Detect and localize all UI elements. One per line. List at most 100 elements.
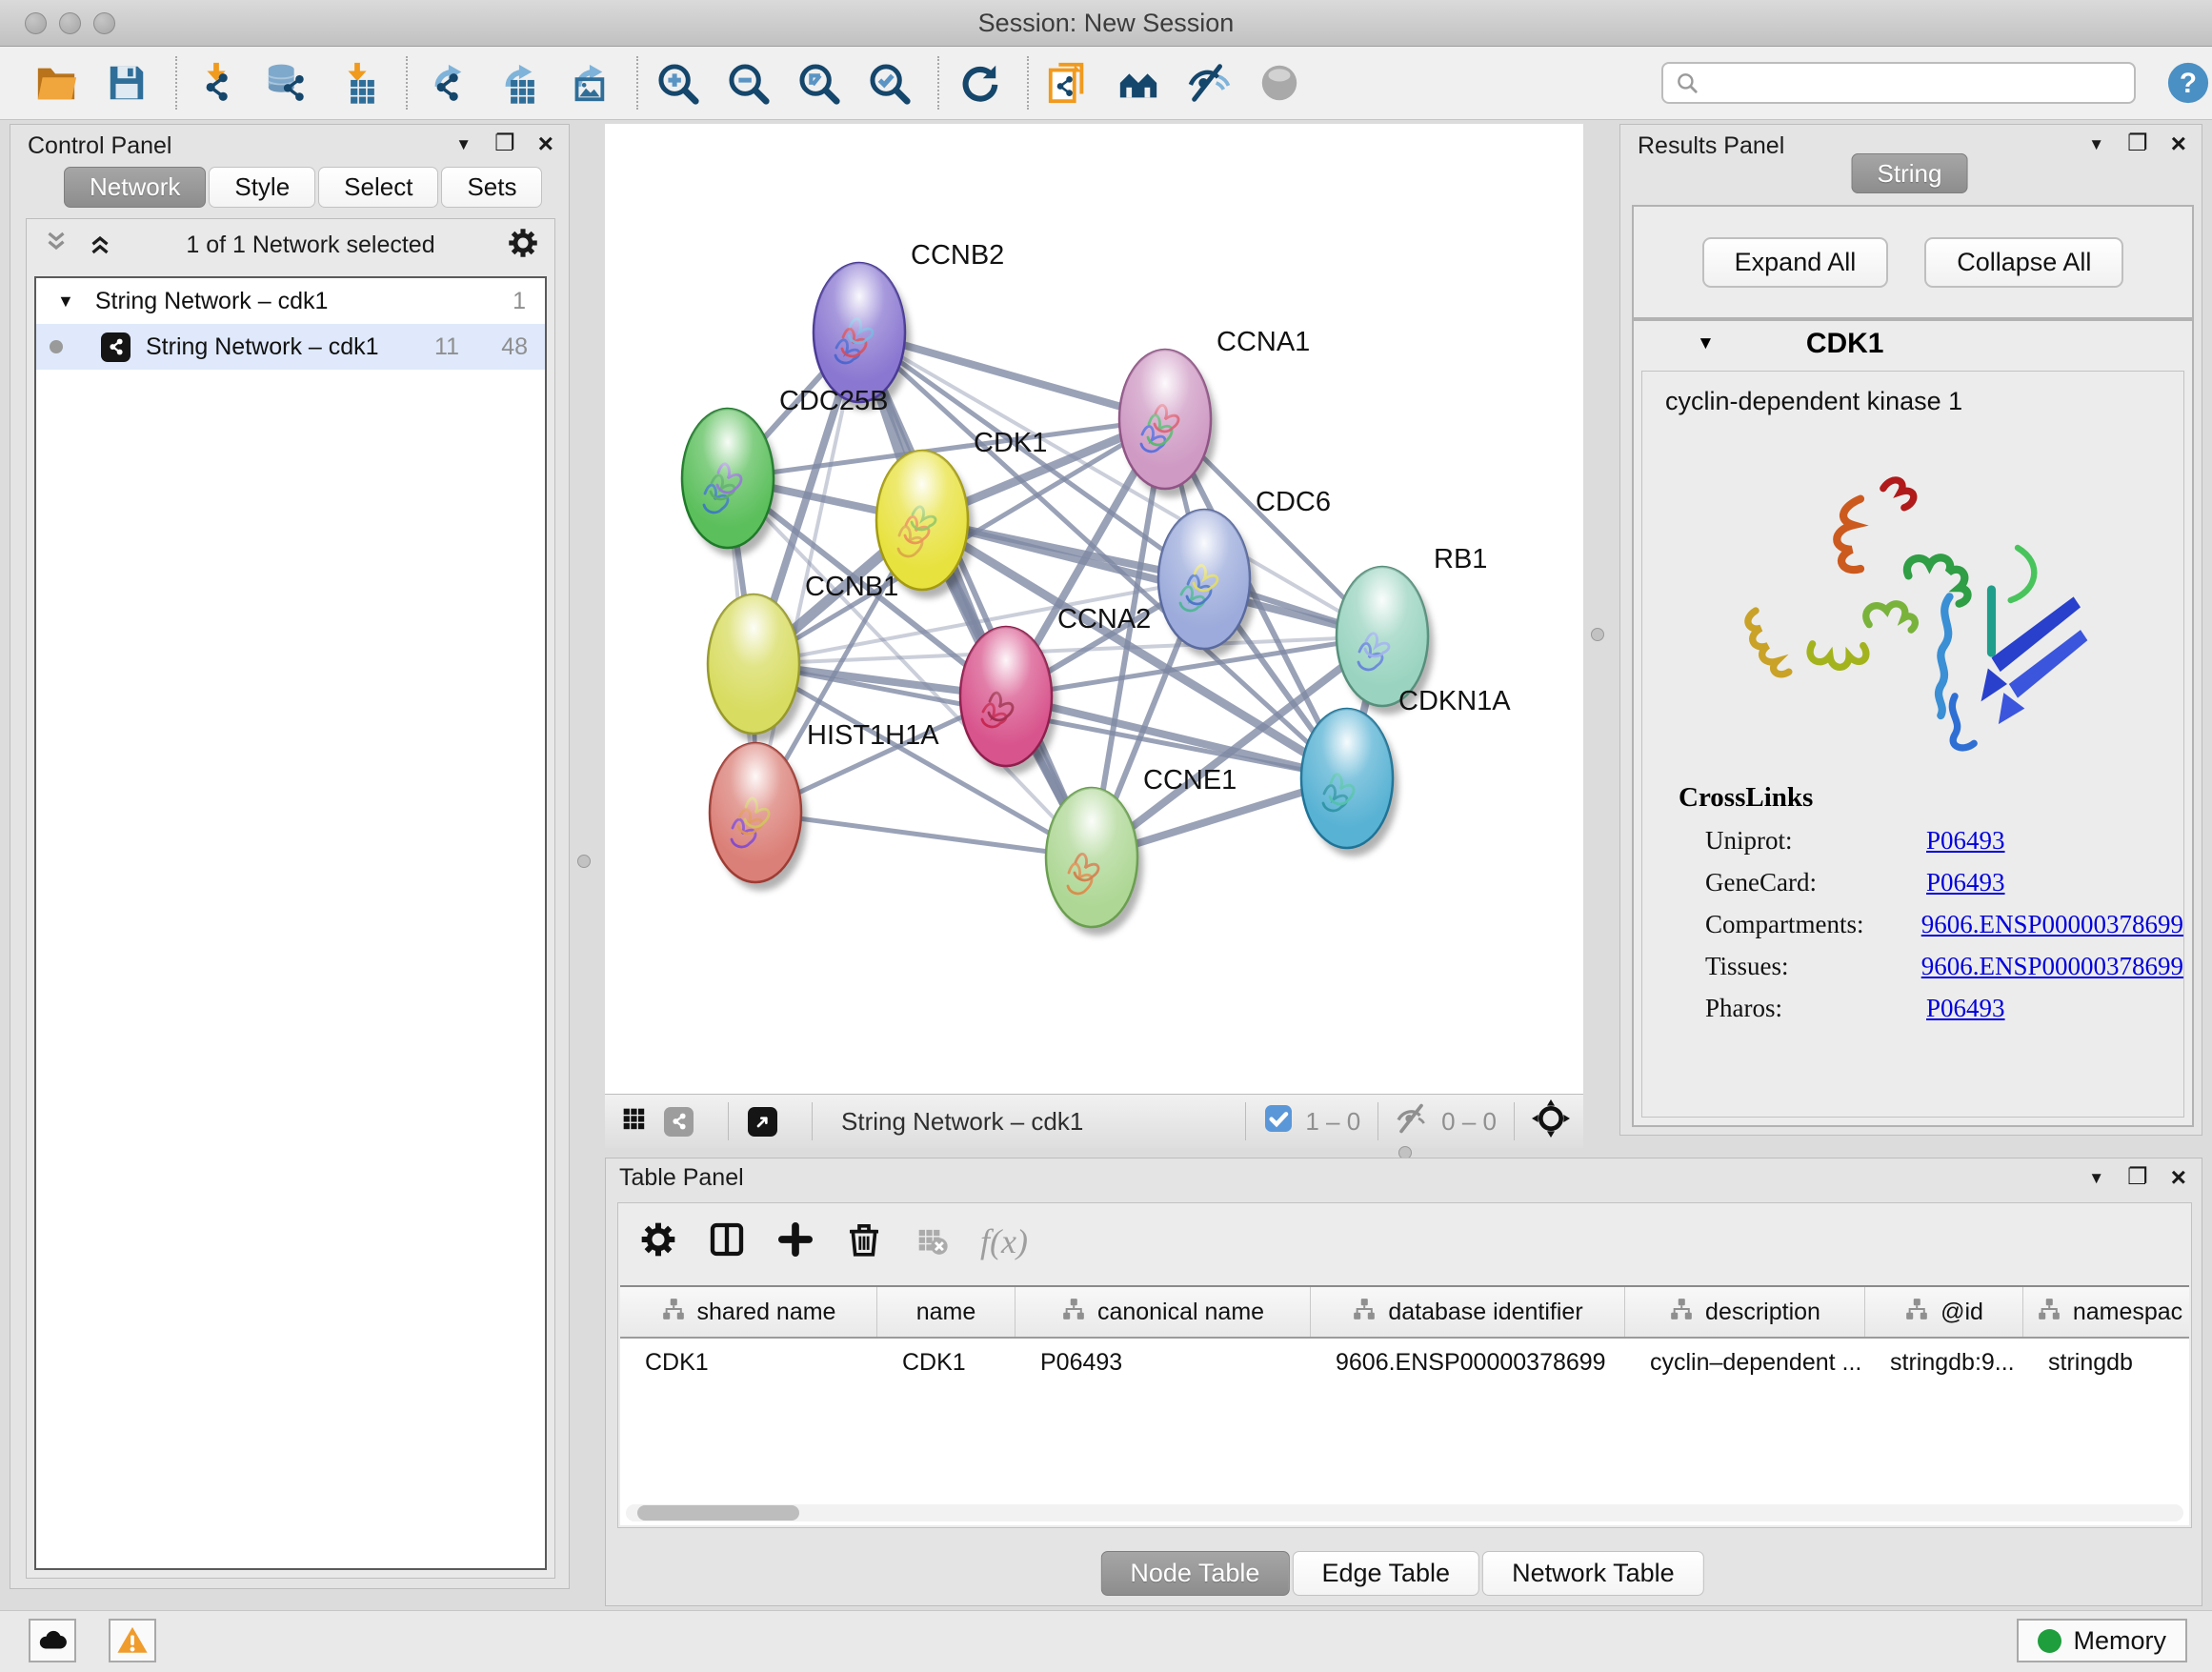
float-panel-icon[interactable]: ❐ [2127, 132, 2148, 155]
scrollbar-thumb[interactable] [637, 1505, 799, 1521]
result-section-header[interactable]: ▼ CDK1 [1634, 321, 2192, 367]
column-header-name[interactable]: name [877, 1287, 1016, 1337]
table-options-gear-icon[interactable] [639, 1220, 677, 1263]
zoom-in-icon[interactable] [654, 59, 701, 107]
export-table-icon[interactable] [493, 59, 541, 107]
table-cell[interactable]: stringdb [2023, 1349, 2189, 1377]
tab-network-table[interactable]: Network Table [1482, 1551, 1704, 1596]
table-cell[interactable]: cyclin–dependent ... [1625, 1349, 1865, 1377]
birdseye-grid-icon[interactable] [618, 1103, 651, 1140]
table-cell[interactable]: CDK1 [620, 1349, 877, 1377]
network-status-dot [50, 340, 63, 353]
column-label: description [1705, 1299, 1820, 1326]
table-cell[interactable]: P06493 [1016, 1349, 1311, 1377]
table-cell[interactable]: stringdb:9... [1865, 1349, 2023, 1377]
table-cell[interactable]: 9606.ENSP00000378699 [1311, 1349, 1625, 1377]
shared-column-icon [1352, 1297, 1377, 1328]
column-header-canonical-name[interactable]: canonical name [1016, 1287, 1311, 1337]
export-image-icon[interactable] [564, 59, 612, 107]
table-panel: Table Panel ▼ ❐ × f(x) shared namenameca… [605, 1158, 2202, 1606]
export-network-icon[interactable] [423, 59, 471, 107]
float-panel-icon[interactable]: ❐ [2127, 1166, 2148, 1189]
crosslink-link[interactable]: 9606.ENSP00000378699 [1921, 910, 2183, 939]
status-bar: Memory [0, 1610, 2212, 1672]
column-header-shared-name[interactable]: shared name [620, 1287, 877, 1337]
expand-all-networks-icon[interactable] [86, 229, 114, 262]
tab-node-table[interactable]: Node Table [1100, 1551, 1289, 1596]
right-splitter-grip[interactable] [1591, 628, 1604, 641]
network-view-panel: CCNB2CCNA1CDC25BCDK1CDC6RB1CCNB1CCNA2CDK… [605, 124, 1583, 1148]
help-icon[interactable]: ? [2164, 59, 2212, 107]
network-options-gear-icon[interactable] [507, 227, 539, 264]
network-node-HIST1H1A: HIST1H1A [710, 720, 939, 891]
panel-menu-icon[interactable]: ▼ [2088, 136, 2104, 152]
panel-menu-icon[interactable]: ▼ [2088, 1170, 2104, 1186]
open-in-window-icon[interactable] [748, 1107, 777, 1137]
panel-menu-icon[interactable]: ▼ [455, 136, 472, 152]
toolbar-search-input[interactable] [1707, 69, 2122, 97]
zoom-out-icon[interactable] [724, 59, 772, 107]
crosslink-link[interactable]: P06493 [1926, 868, 2005, 897]
crosslink-link[interactable]: P06493 [1926, 826, 2005, 856]
tab-string-results[interactable]: String [1852, 153, 1968, 193]
protein-structure-image [1727, 443, 2099, 757]
column-header--id[interactable]: @id [1865, 1287, 2023, 1337]
collection-expander-icon[interactable]: ▼ [57, 292, 74, 312]
column-header-namespac[interactable]: namespac [2023, 1287, 2189, 1337]
show-columns-icon[interactable] [708, 1220, 746, 1263]
clone-network-icon[interactable] [1044, 59, 1092, 107]
collapse-all-button[interactable]: Collapse All [1924, 237, 2123, 288]
tab-edge-table[interactable]: Edge Table [1292, 1551, 1479, 1596]
hide-selected-icon[interactable] [1185, 59, 1233, 107]
expand-all-button[interactable]: Expand All [1702, 237, 1889, 288]
cloud-status-button[interactable] [29, 1619, 76, 1662]
first-neighbors-icon[interactable] [1115, 59, 1162, 107]
crosslink-link[interactable]: 9606.ENSP00000378699 [1921, 952, 2183, 981]
svg-text:RB1: RB1 [1434, 544, 1487, 574]
create-column-icon[interactable] [776, 1220, 814, 1263]
import-network-icon[interactable] [192, 59, 240, 107]
shared-column-icon [661, 1297, 686, 1328]
save-session-icon[interactable] [103, 59, 151, 107]
collapse-all-networks-icon[interactable] [42, 229, 70, 262]
refresh-icon[interactable] [955, 59, 1002, 107]
delete-column-icon[interactable] [845, 1220, 883, 1263]
open-file-icon[interactable] [32, 59, 80, 107]
crosslink-row: Pharos:P06493 [1705, 994, 2183, 1023]
tab-select[interactable]: Select [318, 167, 438, 208]
zoom-fit-icon[interactable] [794, 59, 842, 107]
network-collection-row[interactable]: ▼ String Network – cdk1 1 [36, 278, 545, 324]
table-horizontal-scrollbar[interactable] [626, 1504, 2183, 1521]
crosslink-label: Tissues: [1705, 952, 1921, 981]
zoom-selected-icon[interactable] [865, 59, 913, 107]
import-network-database-icon[interactable] [263, 59, 311, 107]
show-all-icon[interactable] [1256, 59, 1303, 107]
svg-text:CDK1: CDK1 [974, 428, 1047, 458]
string-style-icon[interactable] [664, 1107, 694, 1137]
section-expander-icon[interactable]: ▼ [1697, 333, 1715, 354]
left-splitter-grip[interactable] [577, 855, 591, 868]
crosslink-row: Tissues:9606.ENSP00000378699 [1705, 952, 2183, 981]
close-panel-icon[interactable]: × [2171, 1164, 2186, 1191]
close-panel-icon[interactable]: × [538, 131, 553, 157]
memory-button[interactable]: Memory [2017, 1619, 2187, 1662]
fit-selection-crosshair-icon[interactable] [1532, 1099, 1570, 1144]
table-cell[interactable]: CDK1 [877, 1349, 1016, 1377]
tab-network[interactable]: Network [64, 167, 206, 208]
import-table-icon[interactable] [333, 59, 381, 107]
selected-checkbox-icon[interactable] [1263, 1103, 1294, 1140]
crosslink-link[interactable]: P06493 [1926, 994, 2005, 1023]
function-builder-icon: f(x) [980, 1221, 1028, 1261]
network-canvas[interactable]: CCNB2CCNA1CDC25BCDK1CDC6RB1CCNB1CCNA2CDK… [605, 124, 1583, 1094]
network-row[interactable]: String Network – cdk1 11 48 [36, 324, 545, 370]
column-header-description[interactable]: description [1625, 1287, 1865, 1337]
table-row[interactable]: CDK1CDK1P064939606.ENSP00000378699cyclin… [620, 1339, 2189, 1386]
network-selection-status: 1 of 1 Network selected [114, 232, 507, 259]
column-header-database-identifier[interactable]: database identifier [1311, 1287, 1625, 1337]
tab-style[interactable]: Style [209, 167, 315, 208]
tab-sets[interactable]: Sets [441, 167, 542, 208]
warnings-button[interactable] [109, 1619, 156, 1662]
close-panel-icon[interactable]: × [2171, 131, 2186, 157]
memory-label: Memory [2073, 1626, 2166, 1656]
float-panel-icon[interactable]: ❐ [494, 132, 515, 155]
